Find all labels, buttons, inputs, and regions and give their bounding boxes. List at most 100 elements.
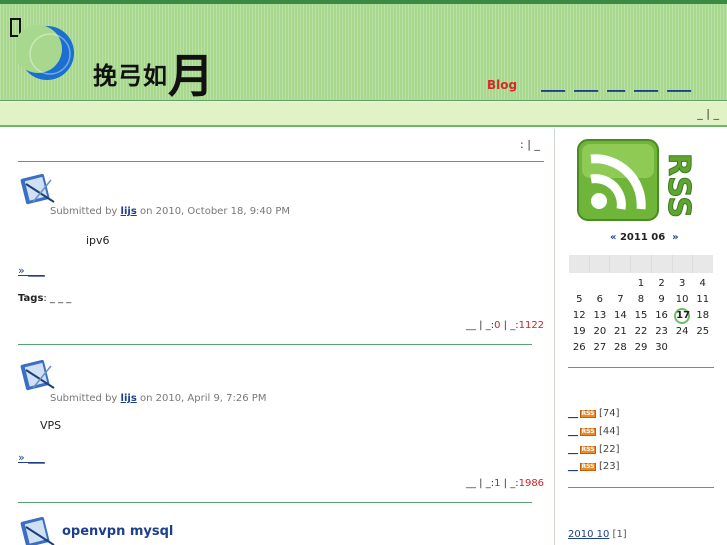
archive-link[interactable]: 2010 10 <box>568 529 609 540</box>
calendar-day[interactable]: 18 <box>692 308 713 324</box>
calendar-day[interactable]: 14 <box>610 308 631 324</box>
divider <box>568 487 714 488</box>
calendar-day[interactable]: 19 <box>569 324 590 340</box>
rss-badge-icon[interactable]: RSS <box>580 462 596 471</box>
logo-text-small: 挽弓如 <box>93 61 168 90</box>
calendar-day[interactable]: 29 <box>631 340 652 356</box>
feed-count: [44] <box>599 426 620 437</box>
post-date: on 2010, April 9, 7:26 PM <box>139 393 267 404</box>
feed-item[interactable]: __ RSS [44] <box>568 426 620 437</box>
comment-count: 1 <box>494 478 501 489</box>
calendar-day <box>610 276 631 292</box>
calendar-day[interactable]: 8 <box>631 292 652 308</box>
post-author-link[interactable]: lijs <box>121 206 137 217</box>
calendar-day[interactable]: 28 <box>610 340 631 356</box>
tags-links[interactable]: : _ _ _ <box>43 293 71 304</box>
feed-label[interactable]: __ <box>568 444 578 455</box>
feed-label[interactable]: __ <box>568 426 578 437</box>
calendar-day[interactable]: 3 <box>672 276 693 292</box>
post-stats: __ | _:0 | _:1122 <box>466 320 544 331</box>
rss-badge-icon[interactable]: RSS <box>580 427 596 436</box>
svg-text:RSS: RSS <box>661 153 696 218</box>
nav-item-1[interactable]: ____ <box>541 78 565 92</box>
subbar-links[interactable]: _ | _ <box>697 107 719 120</box>
calendar-month-label: 2011 06 <box>619 232 666 243</box>
calendar-day[interactable]: 27 <box>590 340 611 356</box>
main-nav: Blog ____ ____ ___ ____ ____ <box>487 78 700 92</box>
post-body: VPS <box>40 419 62 432</box>
read-count: 1986 <box>518 478 545 489</box>
calendar-day[interactable]: 26 <box>569 340 590 356</box>
calendar-day[interactable]: 23 <box>651 324 672 340</box>
feed-count: [74] <box>599 408 620 419</box>
calendar-day[interactable]: 24 <box>672 324 693 340</box>
calendar-day[interactable]: 16 <box>651 308 672 324</box>
stats-prefix[interactable]: __ | _: <box>466 478 494 489</box>
post-tags: Tags: _ _ _ <box>18 293 71 304</box>
blog-post-icon <box>20 359 55 391</box>
post-date: on 2010, October 18, 9:40 PM <box>139 206 290 217</box>
site-header: 挽弓如月 Blog ____ ____ ___ ____ ____ <box>0 0 727 103</box>
feed-item[interactable]: __ RSS [22] <box>568 444 620 455</box>
feed-count: [23] <box>599 461 620 472</box>
crescent-moon-logo-icon[interactable] <box>18 24 76 82</box>
calendar-day[interactable]: 20 <box>590 324 611 340</box>
calendar-day[interactable]: 25 <box>692 324 713 340</box>
stats-mid: | _: <box>503 478 519 489</box>
calendar-day[interactable]: 30 <box>651 340 672 356</box>
calendar-day[interactable]: 11 <box>692 292 713 308</box>
calendar-day[interactable]: 7 <box>610 292 631 308</box>
comment-count: 0 <box>494 320 501 331</box>
submitted-prefix: Submitted by <box>50 206 118 217</box>
feed-label[interactable]: __ <box>568 408 578 419</box>
feed-label[interactable]: __ <box>568 461 578 472</box>
post-submitted-line: Submitted by lijs on 2010, April 9, 7:26… <box>50 393 266 404</box>
calendar-day[interactable]: 13 <box>590 308 611 324</box>
site-logo-text[interactable]: 挽弓如月 <box>93 32 214 103</box>
stats-mid: | _: <box>503 320 519 331</box>
tags-label: Tags <box>18 293 44 304</box>
divider <box>18 344 532 345</box>
feed-item[interactable]: __ RSS [74] <box>568 408 620 419</box>
calendar-day[interactable]: 15 <box>631 308 652 324</box>
calendar-day <box>672 340 693 356</box>
calendar-day[interactable]: 9 <box>651 292 672 308</box>
sidebar: RSS « 2011 06 » 1 2 3 4 5 6 7 8 9 10 11 12 13 14 15 16 1… <box>556 129 727 545</box>
calendar-today[interactable]: 17 <box>674 308 691 324</box>
calendar-day[interactable]: 22 <box>631 324 652 340</box>
read-more-link[interactable]: » ___ <box>18 451 45 464</box>
calendar-nav: « 2011 06 » <box>610 232 679 243</box>
calendar-day <box>692 340 713 356</box>
calendar-day[interactable]: 2 <box>651 276 672 292</box>
calendar-day[interactable]: 4 <box>692 276 713 292</box>
calendar-day[interactable]: 10 <box>672 292 693 308</box>
stats-prefix[interactable]: __ | _: <box>466 320 494 331</box>
feed-item[interactable]: __ RSS [23] <box>568 461 620 472</box>
blog-post-icon <box>20 173 55 205</box>
nav-item-4[interactable]: ____ <box>634 78 658 92</box>
rss-badge-icon[interactable]: RSS <box>580 409 596 418</box>
calendar-day[interactable]: 6 <box>590 292 611 308</box>
rss-feed-icon[interactable]: RSS <box>577 139 715 223</box>
post-title-link[interactable]: openvpn mysql <box>62 524 173 539</box>
rss-badge-icon[interactable]: RSS <box>580 445 596 454</box>
calendar-day[interactable]: 17 <box>672 308 693 324</box>
divider <box>18 502 532 503</box>
calendar-grid: 1 2 3 4 5 6 7 8 9 10 11 12 13 14 15 16 17 18 19 20 21 22 23 24 2… <box>569 276 713 356</box>
divider <box>568 367 714 368</box>
feed-count: [22] <box>599 444 620 455</box>
nav-item-2[interactable]: ____ <box>574 78 598 92</box>
nav-blog-link[interactable]: Blog <box>487 78 517 92</box>
calendar-weekday-header <box>569 255 713 273</box>
nav-item-5[interactable]: ____ <box>667 78 691 92</box>
calendar-prev[interactable]: « <box>610 232 616 243</box>
top-links[interactable]: : | _ <box>520 138 540 151</box>
calendar-next[interactable]: » <box>672 232 678 243</box>
calendar-day[interactable]: 21 <box>610 324 631 340</box>
read-more-link[interactable]: » ___ <box>18 264 45 277</box>
calendar-day[interactable]: 12 <box>569 308 590 324</box>
post-author-link[interactable]: lijs <box>121 393 137 404</box>
calendar-day[interactable]: 5 <box>569 292 590 308</box>
nav-item-3[interactable]: ___ <box>607 78 625 92</box>
calendar-day[interactable]: 1 <box>631 276 652 292</box>
